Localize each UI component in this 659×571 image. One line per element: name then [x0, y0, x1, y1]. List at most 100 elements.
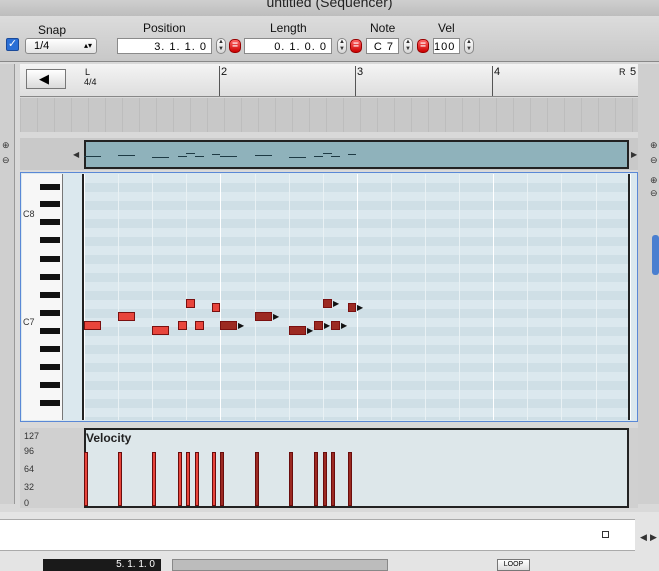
- zoom-out-icon[interactable]: ⊖: [2, 155, 10, 166]
- track-lane: [20, 98, 638, 132]
- vertical-zoom-out-icon[interactable]: ⊖: [650, 188, 658, 199]
- midi-note[interactable]: [84, 321, 101, 330]
- note-end-arrow-icon: ▶: [341, 321, 348, 330]
- overview-note: [84, 156, 101, 157]
- overview-note: [118, 154, 135, 156]
- midi-note[interactable]: [212, 303, 220, 312]
- bar-line-3: [355, 66, 356, 96]
- overview-left-arrow-icon[interactable]: ◀: [73, 150, 79, 159]
- midi-note[interactable]: [255, 312, 272, 321]
- velocity-bar[interactable]: [178, 452, 182, 506]
- timeline-ruler[interactable]: [20, 64, 638, 97]
- position-label: Position: [143, 21, 186, 35]
- velocity-bar[interactable]: [314, 452, 318, 506]
- black-key[interactable]: [40, 256, 60, 262]
- velocity-bar[interactable]: [323, 452, 327, 506]
- position-field[interactable]: 3. 1. 1. 0: [117, 38, 212, 54]
- left-locator[interactable]: L: [85, 67, 90, 77]
- midi-note[interactable]: [348, 303, 356, 312]
- zoom-in-icon[interactable]: ⊕: [2, 140, 10, 151]
- overview-note: [195, 156, 204, 157]
- black-key[interactable]: [40, 400, 60, 406]
- black-key[interactable]: [40, 237, 60, 243]
- velocity-bar[interactable]: [212, 452, 216, 506]
- left-side-panel: [0, 64, 15, 504]
- note-end-arrow-icon: ▶: [357, 303, 364, 312]
- snap-label: Snap: [38, 23, 67, 37]
- horizontal-track[interactable]: [0, 519, 635, 551]
- midi-note[interactable]: [289, 325, 306, 335]
- scroll-right-icon[interactable]: ▶: [650, 532, 657, 543]
- title-bar: untitled (Sequencer): [0, 0, 659, 16]
- vel-field[interactable]: 100: [433, 38, 460, 54]
- overview-note-lines: [84, 140, 629, 169]
- black-key[interactable]: [40, 346, 60, 352]
- black-key[interactable]: [40, 364, 60, 370]
- note-end-arrow-icon: ▶: [324, 321, 331, 330]
- snap-select[interactable]: 1/4 ▴▾: [25, 38, 97, 54]
- vertical-scrollbar-thumb[interactable]: [652, 235, 659, 275]
- black-key[interactable]: [40, 219, 60, 225]
- black-key[interactable]: [40, 201, 60, 207]
- note-stepper[interactable]: ▲ ▼: [403, 38, 413, 54]
- time-signature: 4/4: [84, 77, 97, 87]
- transport-controls[interactable]: [172, 559, 388, 571]
- midi-note[interactable]: [331, 321, 340, 330]
- midi-note[interactable]: [178, 321, 187, 330]
- length-equal-button[interactable]: =: [350, 39, 362, 53]
- vel-stepper[interactable]: ▲ ▼: [464, 38, 474, 54]
- overview-note: [152, 156, 169, 158]
- key-label-c8: C8: [23, 209, 35, 219]
- length-stepper[interactable]: ▲ ▼: [337, 38, 347, 54]
- playhead-marker[interactable]: [602, 531, 609, 538]
- left-arrow-icon: ◀: [39, 71, 49, 86]
- velocity-bar[interactable]: [118, 452, 122, 506]
- black-key[interactable]: [40, 310, 60, 316]
- velocity-bars: [84, 428, 629, 508]
- note-end-arrow-icon: ▶: [238, 321, 245, 330]
- velocity-bar[interactable]: [255, 452, 259, 506]
- bar-line-4: [492, 66, 493, 96]
- velocity-bar[interactable]: [289, 452, 293, 506]
- velocity-bar[interactable]: [220, 452, 224, 506]
- overview-right-arrow-icon[interactable]: ▶: [631, 150, 637, 159]
- loop-button[interactable]: LOOP: [497, 559, 530, 571]
- vel-label: Vel: [438, 21, 455, 35]
- midi-note[interactable]: [152, 325, 169, 335]
- black-key[interactable]: [40, 382, 60, 388]
- midi-note[interactable]: [195, 321, 204, 330]
- right-zoom-out-icon[interactable]: ⊖: [650, 155, 658, 166]
- midi-note[interactable]: [118, 312, 135, 321]
- snap-checkbox[interactable]: ✓: [6, 38, 19, 51]
- note-field[interactable]: C 7: [366, 38, 399, 54]
- position-equal-button[interactable]: =: [229, 39, 241, 53]
- note-equal-button[interactable]: =: [417, 39, 429, 53]
- midi-note[interactable]: [314, 321, 323, 330]
- black-key[interactable]: [40, 184, 60, 190]
- black-key[interactable]: [40, 292, 60, 298]
- velocity-bar[interactable]: [84, 452, 88, 506]
- velocity-bar[interactable]: [152, 452, 156, 506]
- velocity-bar[interactable]: [186, 452, 190, 506]
- scroll-left-icon[interactable]: ◀: [640, 532, 647, 543]
- go-back-button[interactable]: ◀: [26, 69, 66, 89]
- midi-note[interactable]: [220, 321, 237, 330]
- black-key[interactable]: [40, 328, 60, 334]
- length-field[interactable]: 0. 1. 0. 0: [244, 38, 332, 54]
- right-locator[interactable]: R: [619, 67, 626, 77]
- black-key[interactable]: [40, 274, 60, 280]
- velocity-bar[interactable]: [348, 452, 352, 506]
- vertical-zoom-in-icon[interactable]: ⊕: [650, 175, 658, 186]
- velocity-bar[interactable]: [331, 452, 335, 506]
- midi-note[interactable]: [186, 298, 195, 308]
- position-stepper[interactable]: ▲ ▼: [216, 38, 226, 54]
- velocity-bar[interactable]: [195, 452, 199, 506]
- midi-note[interactable]: [323, 298, 332, 308]
- snap-value: 1/4: [34, 40, 50, 52]
- overview-note: [178, 156, 187, 157]
- velocity-axis-32: 32: [24, 482, 35, 492]
- right-zoom-in-icon[interactable]: ⊕: [650, 140, 658, 151]
- note-end-arrow-icon: ▶: [273, 312, 280, 321]
- transport-position-field[interactable]: 5. 1. 1. 0: [43, 559, 161, 571]
- overview-note: [289, 156, 306, 158]
